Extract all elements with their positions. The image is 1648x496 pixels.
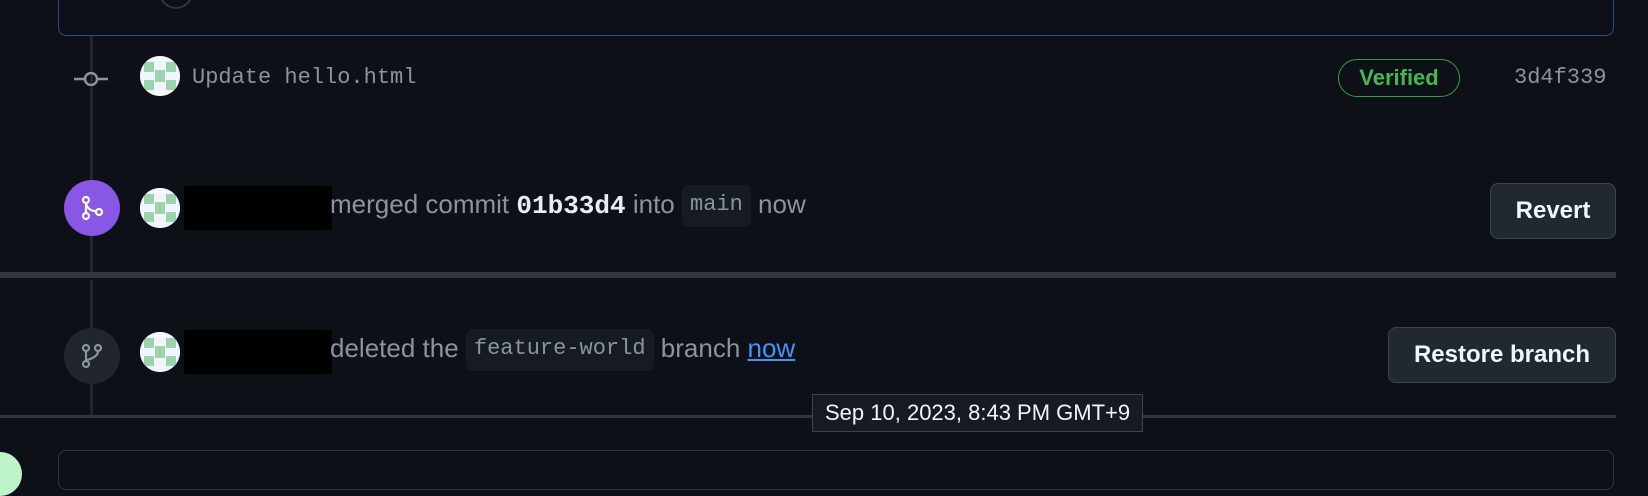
timeline-divider bbox=[0, 415, 1616, 418]
timeline-line bbox=[90, 384, 93, 416]
merge-action: merged commit bbox=[330, 189, 510, 219]
merge-time[interactable]: now bbox=[758, 189, 806, 219]
revert-button[interactable]: Revert bbox=[1490, 183, 1616, 239]
git-commit-icon bbox=[74, 72, 108, 86]
commit-message-link[interactable]: Update hello.html bbox=[192, 64, 416, 92]
verified-badge[interactable]: Verified bbox=[1338, 59, 1460, 97]
base-branch-label[interactable]: main bbox=[682, 185, 751, 228]
avatar[interactable] bbox=[140, 188, 180, 228]
delete-action: deleted the bbox=[330, 333, 459, 363]
redacted-username bbox=[184, 186, 332, 230]
avatar[interactable] bbox=[140, 332, 180, 372]
deleted-branch-label[interactable]: feature-world bbox=[465, 329, 654, 372]
merge-event-text: merged commit 01b33d4 into main now bbox=[330, 184, 806, 228]
timestamp-tooltip: Sep 10, 2023, 8:43 PM GMT+9 bbox=[812, 394, 1144, 432]
delete-branch-suffix: branch bbox=[660, 333, 741, 363]
git-branch-icon bbox=[64, 328, 120, 384]
merged-commit-sha[interactable]: 01b33d4 bbox=[516, 191, 625, 221]
git-merge-icon bbox=[64, 180, 120, 236]
comment-box bbox=[58, 450, 1614, 490]
avatar[interactable] bbox=[140, 56, 180, 96]
avatar-outline bbox=[159, 0, 193, 9]
commit-sha-link[interactable]: 3d4f339 bbox=[1514, 64, 1606, 92]
delete-event-text: deleted the feature-world branch now bbox=[330, 328, 796, 372]
timeline-line bbox=[90, 36, 93, 184]
avatar[interactable] bbox=[0, 452, 22, 496]
timeline-line bbox=[90, 280, 93, 328]
restore-branch-button[interactable]: Restore branch bbox=[1388, 327, 1616, 383]
timeline-line bbox=[90, 236, 93, 272]
previous-comment-card bbox=[58, 0, 1614, 36]
merge-into-label: into bbox=[632, 189, 675, 219]
timeline-divider bbox=[0, 272, 1616, 278]
delete-time-link[interactable]: now bbox=[748, 333, 796, 363]
redacted-username bbox=[184, 330, 332, 374]
